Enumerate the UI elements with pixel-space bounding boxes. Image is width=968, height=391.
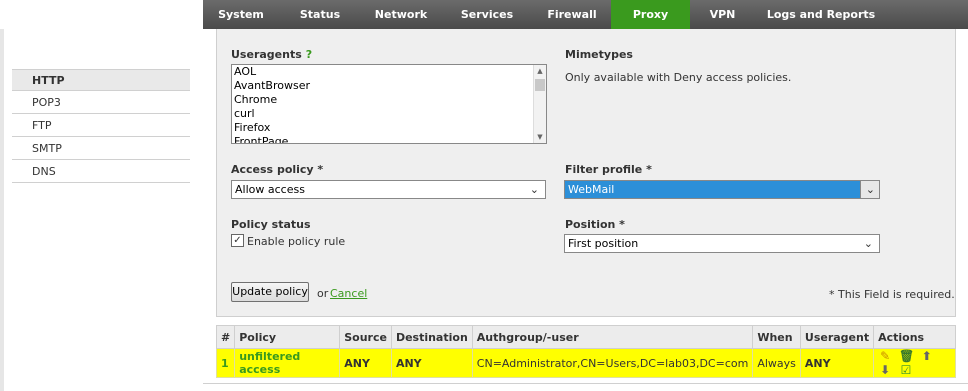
main-content: Useragents? AOL AvantBrowser Chrome curl… (203, 29, 968, 391)
delete-icon[interactable]: 🗑 (899, 349, 914, 363)
scroll-up-icon[interactable]: ▲ (534, 65, 546, 77)
list-item[interactable]: AvantBrowser (232, 79, 546, 93)
position-label: Position * (565, 218, 625, 231)
subnav-dns[interactable]: DNS (12, 161, 190, 183)
nav-vpn[interactable]: VPN (690, 0, 755, 29)
top-navigation: System Status Network Services Firewall … (0, 0, 968, 29)
row-number: 1 (215, 348, 236, 378)
filter-profile-label: Filter profile * (565, 163, 652, 176)
left-edge (0, 29, 4, 391)
list-item[interactable]: curl (232, 107, 546, 121)
row-actions: ✎ 🗑 ⬆ ⬇ ☑ (873, 348, 956, 378)
chevron-down-icon: ⌄ (865, 183, 875, 196)
subnav-ftp[interactable]: FTP (12, 115, 190, 137)
row-destination: ANY (390, 348, 473, 378)
enabled-check-icon[interactable]: ☑ (899, 363, 913, 377)
row-policy-name[interactable]: unfiltered access (234, 348, 341, 378)
nav-status[interactable]: Status (279, 0, 361, 29)
chevron-down-icon: ⌄ (863, 237, 873, 250)
nav-system[interactable]: System (203, 0, 279, 29)
column-header-useragent: Useragent (799, 325, 875, 349)
row-source: ANY (339, 348, 392, 378)
cancel-link[interactable]: Cancel (330, 287, 367, 300)
list-item[interactable]: AOL (232, 65, 546, 79)
policies-table: # Policy Source Destination Authgroup/-u… (215, 325, 956, 378)
filter-profile-select[interactable]: WebMail ⌄ (564, 180, 880, 199)
required-field-note: * This Field is required. (829, 288, 955, 301)
nav-logs-and-reports[interactable]: Logs and Reports (755, 0, 887, 29)
update-policy-button[interactable]: Update policy (231, 282, 309, 302)
access-policy-select[interactable]: Allow access ⌄ (231, 180, 546, 199)
row-useragent: ANY (799, 348, 875, 378)
column-header-when: When (752, 325, 801, 349)
column-header-source: Source (339, 325, 392, 349)
proxy-subnav: HTTP POP3 FTP SMTP DNS (0, 29, 204, 391)
row-when: Always (752, 348, 801, 378)
filter-profile-value: WebMail (568, 183, 615, 196)
mimetypes-label: Mimetypes (565, 48, 633, 61)
enable-policy-label: Enable policy rule (247, 235, 346, 248)
nav-proxy[interactable]: Proxy (611, 0, 690, 29)
column-header-policy: Policy (234, 325, 341, 349)
or-text: or (317, 287, 329, 300)
main-nav-bar: System Status Network Services Firewall … (203, 0, 968, 29)
access-policy-value: Allow access (235, 183, 305, 196)
scroll-thumb[interactable] (535, 79, 545, 91)
nav-firewall[interactable]: Firewall (533, 0, 611, 29)
move-up-icon[interactable]: ⬆ (920, 349, 934, 363)
column-header-authgroup: Authgroup/-user (471, 325, 754, 349)
subnav-pop3[interactable]: POP3 (12, 92, 190, 114)
listbox-scrollbar[interactable]: ▲ ▼ (533, 65, 546, 143)
position-value: First position (568, 237, 639, 250)
policy-status-label: Policy status (231, 218, 311, 231)
nav-services[interactable]: Services (441, 0, 533, 29)
enable-policy-checkbox[interactable]: ✓ (231, 234, 244, 247)
row-authgroup: CN=Administrator,CN=Users,DC=lab03,DC=co… (471, 348, 754, 378)
chevron-down-icon: ⌄ (529, 183, 539, 196)
column-header-destination: Destination (390, 325, 473, 349)
column-header-number: # (215, 325, 236, 349)
subnav-smtp[interactable]: SMTP (12, 138, 190, 160)
position-select[interactable]: First position ⌄ (564, 234, 880, 253)
content-bottom-border (203, 383, 968, 384)
scroll-down-icon[interactable]: ▼ (534, 131, 546, 143)
nav-network[interactable]: Network (361, 0, 441, 29)
column-header-actions: Actions (873, 325, 956, 349)
useragents-label: Useragents? (231, 48, 313, 61)
useragents-listbox[interactable]: AOL AvantBrowser Chrome curl Firefox Fro… (231, 64, 547, 144)
list-item[interactable]: FrontPage (232, 135, 546, 143)
move-down-icon[interactable]: ⬇ (878, 363, 892, 377)
subnav-http[interactable]: HTTP (12, 69, 190, 91)
table-row[interactable]: 1 unfiltered access ANY ANY CN=Administr… (215, 348, 956, 378)
mimetypes-note: Only available with Deny access policies… (565, 71, 792, 84)
help-icon[interactable]: ? (306, 48, 312, 61)
list-item[interactable]: Chrome (232, 93, 546, 107)
edit-icon[interactable]: ✎ (878, 349, 892, 363)
policy-edit-form: Useragents? AOL AvantBrowser Chrome curl… (216, 29, 956, 317)
access-policy-label: Access policy * (231, 163, 324, 176)
table-header-row: # Policy Source Destination Authgroup/-u… (215, 325, 956, 349)
list-item[interactable]: Firefox (232, 121, 546, 135)
